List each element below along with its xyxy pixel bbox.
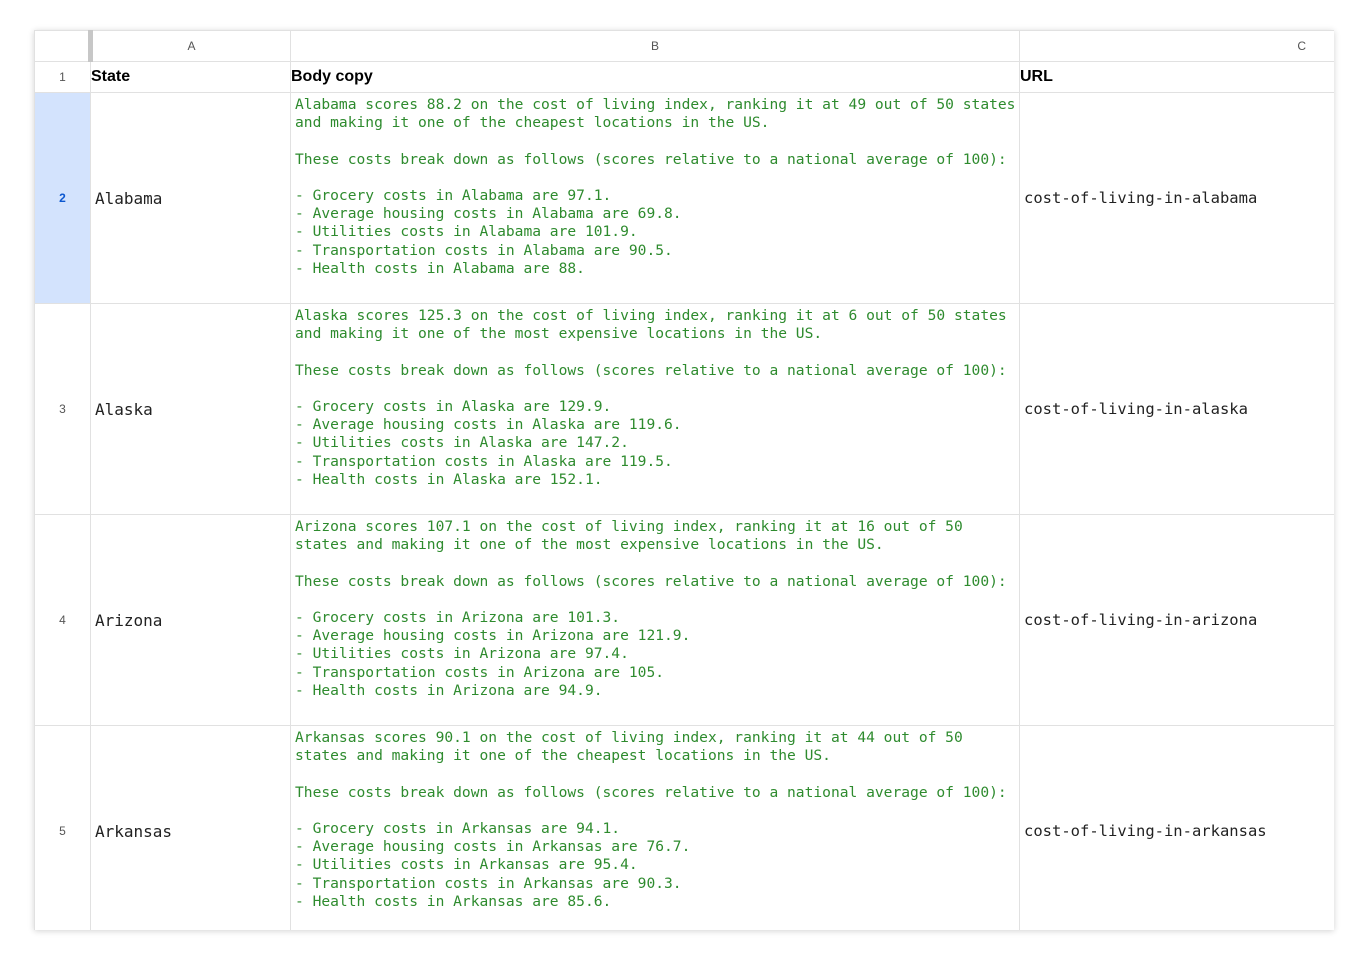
header-cell-url[interactable]: URL	[1019, 61, 1334, 93]
column-header-a[interactable]: A	[90, 30, 291, 62]
row-header-3[interactable]: 3	[34, 303, 91, 515]
body-copy-cell[interactable]: Arizona scores 107.1 on the cost of livi…	[290, 514, 1020, 726]
body-copy-cell[interactable]: Alaska scores 125.3 on the cost of livin…	[290, 303, 1020, 515]
table-row: 2 Alabama Alabama scores 88.2 on the cos…	[34, 92, 1334, 304]
state-cell[interactable]: Arizona	[90, 514, 291, 726]
sheet-table: A B C 1 State Body copy URL 2 Alabama Al…	[34, 30, 1334, 930]
body-copy-text: Alabama scores 88.2 on the cost of livin…	[295, 96, 1016, 277]
table-row: 4 Arizona Arizona scores 107.1 on the co…	[34, 514, 1334, 726]
url-cell[interactable]: cost-of-living-in-arkansas	[1019, 725, 1334, 930]
spreadsheet-grid: A B C 1 State Body copy URL 2 Alabama Al…	[34, 30, 1334, 930]
select-all-corner[interactable]	[34, 30, 93, 62]
body-copy-cell[interactable]: Alabama scores 88.2 on the cost of livin…	[290, 92, 1020, 304]
body-copy-text: Arkansas scores 90.1 on the cost of livi…	[295, 729, 1007, 910]
column-header-row: A B C	[34, 30, 1334, 62]
table-row: 3 Alaska Alaska scores 125.3 on the cost…	[34, 303, 1334, 515]
row-header-2[interactable]: 2	[34, 92, 91, 304]
url-cell[interactable]: cost-of-living-in-alabama	[1019, 92, 1334, 304]
state-cell[interactable]: Alabama	[90, 92, 291, 304]
state-cell[interactable]: Arkansas	[90, 725, 291, 930]
table-row: 5 Arkansas Arkansas scores 90.1 on the c…	[34, 725, 1334, 930]
url-cell[interactable]: cost-of-living-in-alaska	[1019, 303, 1334, 515]
header-cell-state[interactable]: State	[90, 61, 291, 93]
row-header-1[interactable]: 1	[34, 61, 91, 93]
url-cell[interactable]: cost-of-living-in-arizona	[1019, 514, 1334, 726]
frozen-header-row: 1 State Body copy URL	[34, 61, 1334, 93]
body-copy-cell[interactable]: Arkansas scores 90.1 on the cost of livi…	[290, 725, 1020, 930]
column-header-b[interactable]: B	[290, 30, 1020, 62]
header-cell-body-copy[interactable]: Body copy	[290, 61, 1020, 93]
row-header-5[interactable]: 5	[34, 725, 91, 930]
row-header-4[interactable]: 4	[34, 514, 91, 726]
column-header-c[interactable]: C	[1019, 30, 1334, 62]
state-cell[interactable]: Alaska	[90, 303, 291, 515]
body-copy-text: Alaska scores 125.3 on the cost of livin…	[295, 307, 1007, 488]
body-copy-text: Arizona scores 107.1 on the cost of livi…	[295, 518, 1007, 699]
